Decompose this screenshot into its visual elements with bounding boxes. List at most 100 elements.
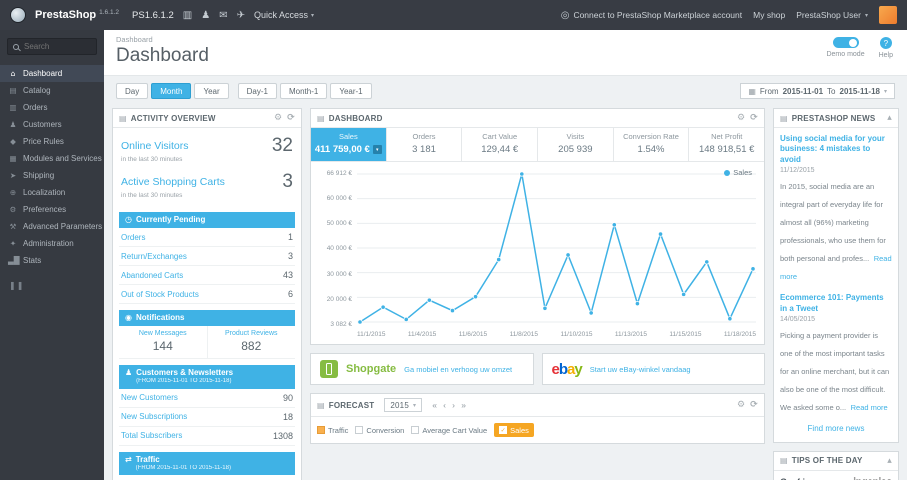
year-select[interactable]: 2015 ▾ [384, 398, 423, 412]
sidebar-item-advanced-parameters[interactable]: ⚒ Advanced Parameters [0, 218, 104, 235]
forecast-legend-sales[interactable]: ✓ Sales [494, 423, 534, 437]
home-icon: ⌂ [10, 69, 16, 78]
shopgate-link[interactable]: Ga mobiel en verhoog uw omzet [404, 365, 512, 374]
sidebar-item-administration[interactable]: ✦ Administration [0, 235, 104, 252]
sidebar-item-catalog[interactable]: ▤ Catalog [0, 82, 104, 99]
product-reviews-cell[interactable]: Product Reviews 882 [206, 326, 296, 358]
shopgate-name: Shopgate [346, 363, 397, 375]
kpi-orders[interactable]: Orders 3 181 [387, 128, 463, 161]
refresh-icon[interactable]: ⟳ [750, 400, 758, 410]
news-article-title-link[interactable]: Using social media for your business: 4 … [780, 134, 892, 165]
help-icon[interactable]: ? [879, 37, 892, 49]
tips-panel-header: ▤ TIPS OF THE DAY ▴ [774, 452, 898, 471]
sidebar-item-stats[interactable]: ▃█ Stats [0, 252, 104, 269]
ebay-link[interactable]: Start uw eBay-winkel vandaag [590, 365, 691, 374]
sidebar-collapse-button[interactable]: ❚❚ [9, 281, 95, 290]
range-button-year[interactable]: Year [194, 83, 229, 99]
kpi-conversion-rate-value: 1.54% [637, 144, 665, 155]
quick-access-label: Quick Access [253, 10, 308, 20]
new-messages-label: New Messages [138, 330, 187, 337]
sidebar-item-preferences[interactable]: ⚙ Preferences [0, 201, 104, 218]
find-more-news-link[interactable]: Find more news [780, 424, 892, 433]
news-article-title-link[interactable]: Ecommerce 101: Payments in a Tweet [780, 293, 892, 314]
range-button-year-minus-1[interactable]: Year-1 [330, 83, 372, 99]
kpi-sales[interactable]: Sales 411 759,00 € ▾ [311, 128, 387, 161]
news-article: Ecommerce 101: Payments in a Tweet 14/05… [780, 293, 892, 415]
kpi-cart-value[interactable]: Cart Value 129,44 € [462, 128, 539, 161]
rocket-icon[interactable]: ✈ [237, 10, 245, 21]
google-analytics-link[interactable]: ➤ Link to your Google Analytics account [119, 475, 295, 480]
checkbox-icon [355, 426, 364, 434]
user-menu[interactable]: PrestaShop User ▾ [796, 10, 868, 20]
sidebar-item-customers[interactable]: ♟ Customers [0, 116, 104, 133]
globe-icon: ⊕ [9, 188, 17, 197]
chevron-up-icon[interactable]: ▴ [887, 456, 892, 466]
calendar-icon: ▦ [748, 86, 756, 96]
forecast-legend-traffic[interactable]: Traffic [317, 426, 348, 435]
total-subscribers-link[interactable]: Total Subscribers [121, 431, 182, 440]
orders-link[interactable]: Orders [121, 233, 145, 242]
sidebar-item-orders[interactable]: ▥ Orders [0, 99, 104, 116]
new-messages-cell[interactable]: New Messages 144 [119, 326, 207, 358]
chevron-up-icon[interactable]: ▴ [887, 113, 892, 123]
messages-icon[interactable]: ✉ [219, 10, 227, 21]
quick-access-menu[interactable]: Quick Access ▾ [254, 10, 314, 20]
sidebar-item-modules[interactable]: ▦ Modules and Services [0, 150, 104, 167]
forecast-legend-conversion[interactable]: Conversion [355, 426, 404, 435]
refresh-icon[interactable]: ⟳ [287, 113, 295, 123]
pager-prev-button[interactable]: ‹ [442, 400, 447, 410]
kpi-net-profit[interactable]: Net Profit 148 918,51 € [689, 128, 764, 161]
currently-pending-header: ◷ Currently Pending [119, 212, 295, 228]
pager-first-button[interactable]: « [431, 400, 438, 410]
user-avatar[interactable] [879, 6, 897, 24]
refresh-icon[interactable]: ⟳ [750, 113, 758, 123]
customers-icon[interactable]: ♟ [201, 10, 210, 21]
abandoned-carts-link[interactable]: Abandoned Carts [121, 271, 183, 280]
kpi-visits[interactable]: Visits 205 939 [538, 128, 614, 161]
administration-icon: ✦ [9, 239, 17, 248]
pager-last-button[interactable]: » [460, 400, 467, 410]
marketplace-link[interactable]: ◎ Connect to PrestaShop Marketplace acco… [561, 10, 742, 21]
online-visitors-link[interactable]: Online Visitors [121, 140, 189, 152]
new-subscriptions-link[interactable]: New Subscriptions [121, 412, 187, 421]
sidebar-item-localization[interactable]: ⊕ Localization [0, 184, 104, 201]
out-of-stock-count: 6 [287, 289, 293, 299]
gear-icon[interactable]: ⚙ [737, 113, 745, 123]
ebay-logo: ebay [551, 360, 583, 378]
range-button-day[interactable]: Day [116, 83, 149, 99]
active-carts-link[interactable]: Active Shopping Carts [121, 176, 225, 188]
range-button-month[interactable]: Month [151, 83, 192, 99]
returns-link[interactable]: Return/Exchanges [121, 252, 187, 261]
sales-chart[interactable] [357, 170, 756, 328]
forecast-panel-header: ▤ FORECAST 2015 ▾ « ‹ › » ⚙ ⟳ [311, 394, 764, 417]
active-carts-sub: in the last 30 minutes [121, 192, 183, 199]
sidebar: ⌂ Dashboard ▤ Catalog ▥ Orders ♟ Custome… [0, 30, 104, 480]
sidebar-item-price-rules[interactable]: ◆ Price Rules [0, 133, 104, 150]
sidebar-item-dashboard[interactable]: ⌂ Dashboard [0, 65, 104, 82]
chart-legend[interactable]: Sales [724, 168, 752, 177]
sidebar-search[interactable] [7, 38, 97, 55]
range-button-day-minus-1[interactable]: Day-1 [237, 83, 277, 99]
shop-name[interactable]: PS1.6.1.2 [132, 10, 174, 21]
sidebar-item-shipping[interactable]: ➤ Shipping [0, 167, 104, 184]
gear-icon[interactable]: ⚙ [737, 400, 745, 410]
demo-mode-toggle[interactable] [832, 37, 859, 48]
date-range-picker[interactable]: ▦ From 2015-11-01 To 2015-11-18 ▾ [740, 83, 895, 99]
kpi-cart-value-value: 129,44 € [481, 144, 519, 155]
range-button-month-minus-1[interactable]: Month-1 [279, 83, 328, 99]
new-customers-link[interactable]: New Customers [121, 393, 178, 402]
online-visitors-sub: in the last 30 minutes [121, 156, 183, 163]
prestashop-logo[interactable] [10, 7, 26, 23]
from-label: From [759, 86, 779, 96]
out-of-stock-link[interactable]: Out of Stock Products [121, 290, 199, 299]
cart-icon[interactable]: ▥ [183, 10, 192, 21]
my-shop-link[interactable]: My shop [753, 10, 785, 20]
read-more-link[interactable]: Read more [851, 403, 888, 412]
forecast-legend-average-cart-value[interactable]: Average Cart Value [411, 426, 487, 435]
search-icon [13, 43, 19, 50]
kpi-conversion-rate[interactable]: Conversion Rate 1.54% [614, 128, 690, 161]
gear-icon[interactable]: ⚙ [274, 113, 282, 123]
search-input[interactable] [24, 42, 91, 51]
kpi-expand-icon[interactable]: ▾ [372, 145, 382, 154]
pager-next-button[interactable]: › [451, 400, 456, 410]
